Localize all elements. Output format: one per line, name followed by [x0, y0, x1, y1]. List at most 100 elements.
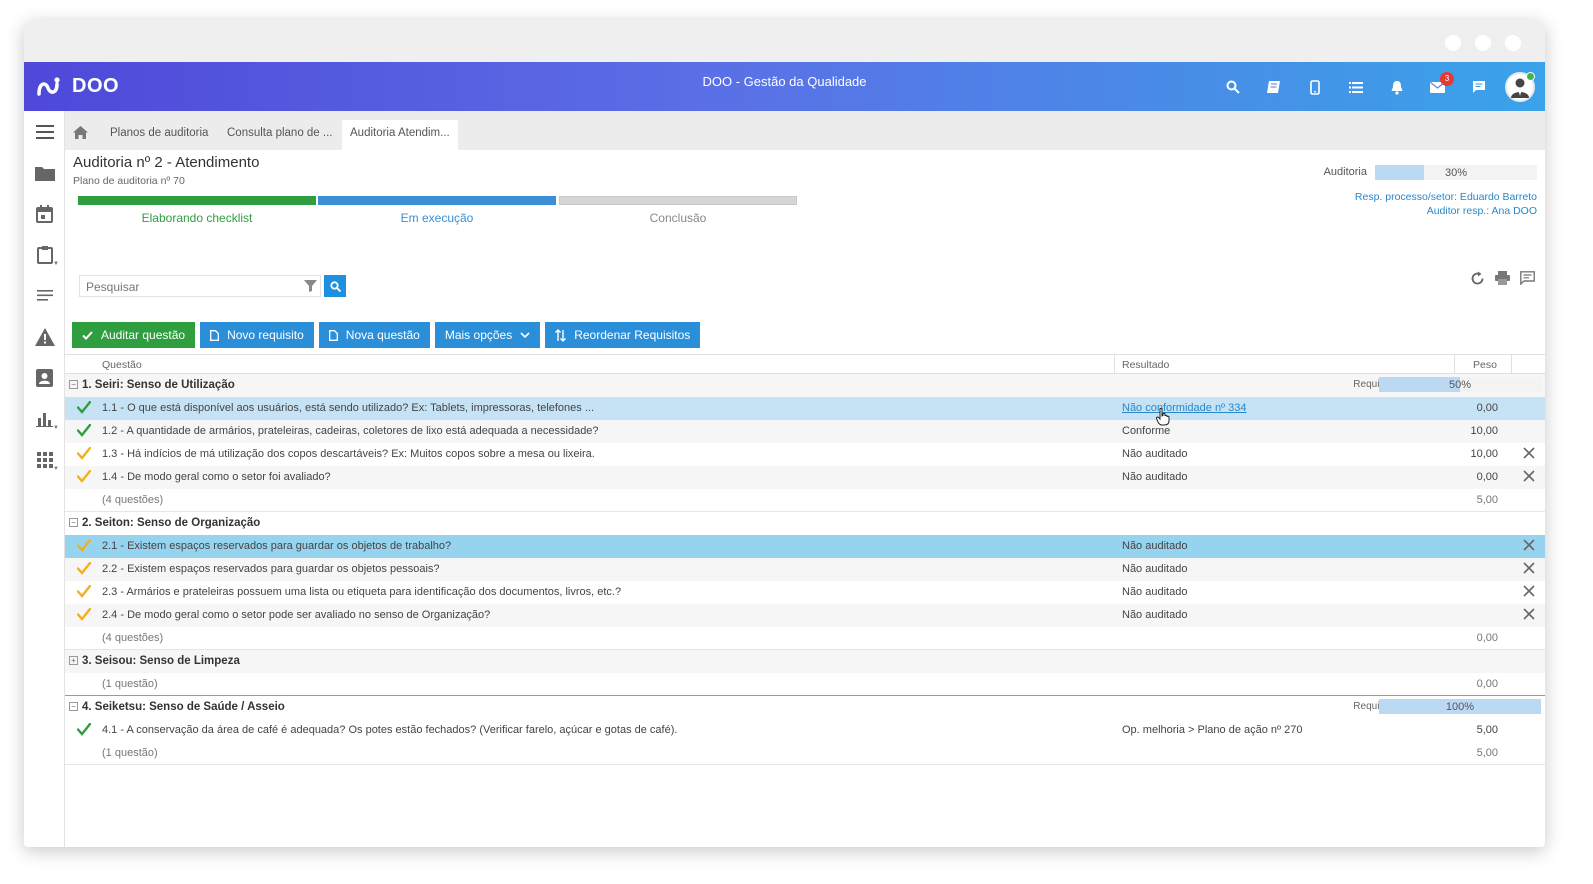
close-icon[interactable]	[1523, 562, 1535, 577]
book-icon[interactable]	[1253, 70, 1294, 104]
close-icon[interactable]	[1523, 539, 1535, 554]
column-header-weight[interactable]: Peso	[1473, 359, 1497, 371]
weight-value: 5,00	[1476, 724, 1498, 736]
requirement-progress-text: 50%	[1448, 379, 1472, 391]
home-icon[interactable]	[73, 123, 88, 153]
pending-check-icon	[76, 584, 92, 601]
summary-weight: 5,00	[1476, 494, 1498, 506]
apps-icon[interactable]: ▼	[24, 439, 65, 480]
question-row[interactable]: 4.1 - A conservação da área de café é ad…	[65, 719, 1545, 742]
question-row[interactable]: 2.3 - Armários e prateleiras possuem uma…	[65, 581, 1545, 604]
bell-icon[interactable]	[1376, 70, 1417, 104]
group-row[interactable]: −2. Seiton: Senso de Organização	[65, 512, 1545, 535]
requirement-progress-bar: 100%	[1379, 699, 1541, 714]
search-input[interactable]: Pesquisar	[79, 275, 321, 297]
print-icon[interactable]	[1495, 271, 1510, 289]
result-text: Não auditado	[1122, 471, 1188, 483]
requirement-progress-bar: 50%	[1379, 377, 1541, 392]
refresh-icon[interactable]	[1470, 271, 1485, 289]
audited-check-icon	[76, 423, 92, 440]
document-icon	[210, 329, 220, 341]
pending-check-icon	[76, 446, 92, 463]
collapse-icon[interactable]: −	[69, 380, 78, 389]
result-text: Não auditado	[1122, 563, 1188, 575]
question-row[interactable]: 1.3 - Há indícios de má utilização dos c…	[65, 443, 1545, 466]
page-subtitle: Plano de auditoria nº 70	[73, 175, 185, 187]
result-text: Op. melhoria > Plano de ação nº 270	[1122, 724, 1303, 736]
group-row[interactable]: −1. Seiri: Senso de Utilização Requisito 5…	[65, 374, 1545, 397]
chat-icon[interactable]	[1458, 70, 1499, 104]
new-requirement-button[interactable]: Novo requisito	[200, 322, 314, 348]
search-button[interactable]	[324, 275, 346, 297]
question-row[interactable]: 1.1 - O que está disponível aos usuários…	[65, 397, 1545, 420]
question-text: 2.2 - Existem espaços reservados para gu…	[102, 563, 440, 575]
folder-icon[interactable]	[24, 152, 65, 193]
group-summary-row: (4 questões) 5,00	[65, 489, 1545, 512]
grid-header: Questão Resultado Peso	[65, 354, 1545, 375]
weight-value: 0,00	[1476, 402, 1498, 414]
question-row[interactable]: 2.2 - Existem espaços reservados para gu…	[65, 558, 1545, 581]
audit-question-button[interactable]: Auditar questão	[72, 322, 196, 348]
warning-icon[interactable]	[24, 316, 65, 357]
window-control-dot[interactable]	[1445, 35, 1461, 51]
column-header-question[interactable]: Questão	[102, 359, 142, 371]
mail-icon[interactable]: 3	[1417, 70, 1458, 104]
close-icon[interactable]	[1523, 585, 1535, 600]
menu-icon[interactable]	[24, 111, 65, 152]
weight-value: 10,00	[1470, 448, 1498, 460]
step-label-elaborando[interactable]: Elaborando checklist	[78, 211, 316, 225]
step-label-conclusao[interactable]: Conclusão	[559, 211, 797, 225]
column-divider	[1454, 355, 1455, 375]
user-avatar[interactable]	[1505, 72, 1535, 102]
contact-icon[interactable]	[24, 357, 65, 398]
collapse-icon[interactable]: −	[69, 518, 78, 527]
result-link[interactable]: Não conformidade nº 334	[1122, 402, 1247, 414]
group-title: 2. Seiton: Senso de Organização	[82, 517, 261, 529]
action-toolbar: Auditar questão Novo requisito Nova ques…	[72, 322, 701, 348]
tab-planos-auditoria[interactable]: Planos de auditoria	[110, 120, 208, 150]
result-text: Não auditado	[1122, 586, 1188, 598]
main-content: Auditoria nº 2 - Atendimento Plano de au…	[65, 150, 1545, 847]
calendar-icon[interactable]	[24, 193, 65, 234]
online-status-dot	[1526, 72, 1535, 81]
group-row[interactable]: −4. Seiketsu: Senso de Saúde / Asseio Req…	[65, 696, 1545, 719]
reorder-requirements-button[interactable]: Reordenar Requisitos	[545, 322, 701, 348]
close-icon[interactable]	[1523, 608, 1535, 623]
question-text: 1.4 - De modo geral como o setor foi ava…	[102, 471, 331, 483]
close-icon[interactable]	[1523, 447, 1535, 462]
question-count: (4 questões)	[102, 494, 164, 506]
question-row[interactable]: 2.4 - De modo geral como o setor pode se…	[65, 604, 1545, 627]
list-icon[interactable]	[1335, 70, 1376, 104]
result-text: Conforme	[1122, 425, 1171, 437]
search-icon[interactable]	[1212, 70, 1253, 104]
comment-icon[interactable]	[1520, 271, 1535, 289]
more-options-button[interactable]: Mais opções	[434, 322, 541, 348]
window-titlebar	[24, 20, 1545, 62]
group-title: 3. Seisou: Senso de Limpeza	[82, 655, 240, 667]
lines-icon[interactable]	[24, 275, 65, 316]
close-icon[interactable]	[1523, 470, 1535, 485]
question-text: 2.3 - Armários e prateleiras possuem uma…	[102, 586, 622, 598]
clipboard-icon[interactable]: ▼	[24, 234, 65, 275]
tab-auditoria-atendimento[interactable]: Auditoria Atendim...	[342, 120, 458, 150]
window-control-dot[interactable]	[1505, 35, 1521, 51]
step-label-execucao[interactable]: Em execução	[318, 211, 556, 225]
chart-icon[interactable]: ▼	[24, 398, 65, 439]
mobile-icon[interactable]	[1294, 70, 1335, 104]
column-header-result[interactable]: Resultado	[1122, 359, 1169, 371]
collapse-icon[interactable]: −	[69, 702, 78, 711]
result-text: Não auditado	[1122, 540, 1188, 552]
question-row[interactable]: 2.1 - Existem espaços reservados para gu…	[65, 535, 1545, 558]
auditor-link[interactable]: Auditor resp.: Ana DOO	[1355, 204, 1537, 218]
filter-icon[interactable]	[304, 279, 317, 295]
question-row[interactable]: 1.4 - De modo geral como o setor foi ava…	[65, 466, 1545, 489]
group-row[interactable]: +3. Seisou: Senso de Limpeza	[65, 650, 1545, 673]
step-bar-conclusao	[559, 196, 797, 205]
resp-process-link[interactable]: Resp. processo/setor: Eduardo Barreto	[1355, 190, 1537, 204]
new-question-button[interactable]: Nova questão	[318, 322, 430, 348]
tab-consulta-plano[interactable]: Consulta plano de ...	[227, 120, 333, 150]
group-summary-row: (1 questão) 0,00	[65, 673, 1545, 696]
expand-icon[interactable]: +	[69, 656, 78, 665]
window-control-dot[interactable]	[1475, 35, 1491, 51]
question-row[interactable]: 1.2 - A quantidade de armários, pratelei…	[65, 420, 1545, 443]
